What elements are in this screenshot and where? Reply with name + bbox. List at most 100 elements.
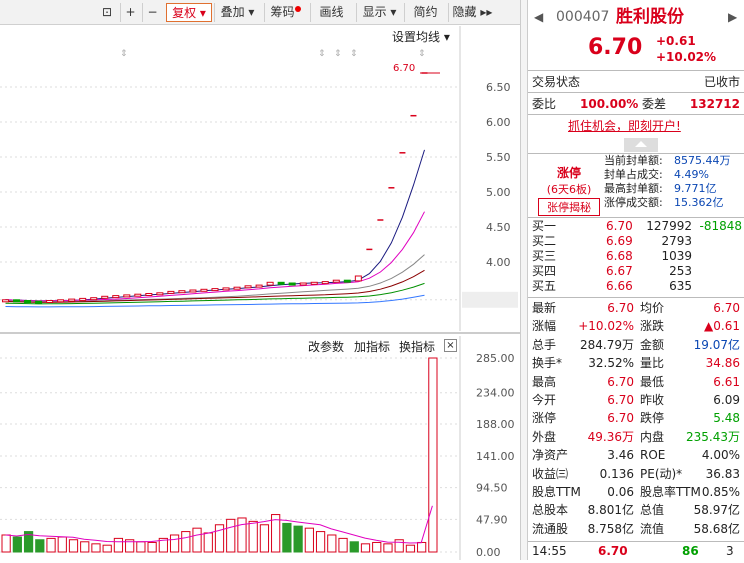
stat-value: 0.85% bbox=[701, 485, 740, 499]
volume-bar bbox=[169, 534, 180, 553]
limit-detail-value: 8575.44万 bbox=[674, 154, 731, 167]
bid-row[interactable]: 买五 6.66 635 bbox=[528, 279, 744, 294]
promo-link[interactable]: 抓住机会，即刻开户! bbox=[568, 117, 681, 135]
candle bbox=[244, 285, 252, 289]
stat-label: 均价 bbox=[640, 301, 665, 315]
change-params-button[interactable]: 改参数 bbox=[308, 338, 344, 355]
stat-label: 涨停 bbox=[532, 411, 557, 426]
kline-svg: 6.506.005.505.004.504.003.46⇕⇕⇕⇕⇕ bbox=[0, 26, 518, 331]
volume-bar bbox=[282, 522, 292, 553]
limit-reveal-button[interactable]: 张停揭秘 bbox=[538, 198, 600, 216]
close-icon[interactable]: × bbox=[444, 339, 457, 352]
volume-tick-label: 234.00 bbox=[476, 387, 515, 400]
limit-detail-row: 涨停成交额: 15.362亿 bbox=[604, 196, 744, 210]
stat-value: 6.70 bbox=[713, 301, 740, 315]
ma-setting-button[interactable]: 设置均线 ▾ bbox=[392, 28, 450, 45]
candle bbox=[200, 288, 208, 292]
divider bbox=[528, 114, 744, 115]
stat-value: 6.09 bbox=[713, 393, 740, 407]
lock-icon[interactable]: ⊡ bbox=[96, 3, 118, 22]
bid-row[interactable]: 买三 6.68 1039 bbox=[528, 249, 744, 264]
stat-value: 49.36万 bbox=[587, 429, 634, 444]
stat-row: 涨停 6.70 跌停 5.48 bbox=[528, 409, 744, 427]
stat-value: 36.83 bbox=[705, 466, 740, 481]
zoom-out-button[interactable]: − bbox=[142, 3, 162, 22]
stat-label: 股息TTM bbox=[532, 485, 581, 499]
bid-row[interactable]: 买四 6.67 253 bbox=[528, 264, 744, 279]
limit-detail-value: 4.49% bbox=[674, 168, 709, 181]
limit-detail-row: 封单占成交: 4.49% bbox=[604, 168, 744, 182]
next-stock-icon[interactable]: ▶ bbox=[728, 5, 737, 29]
candle bbox=[288, 282, 296, 286]
stat-label: 净资产 bbox=[532, 448, 569, 463]
weicha-value: 132712 bbox=[689, 97, 740, 111]
weibi-label: 委比 bbox=[532, 97, 557, 111]
volume-bar bbox=[405, 544, 416, 553]
xianshi-dropdown[interactable]: 显示 ▾ bbox=[356, 3, 402, 22]
bid-row[interactable]: 买一 6.70 127992 -81848 bbox=[528, 219, 744, 234]
volume-bar bbox=[147, 541, 157, 553]
volume-bar bbox=[417, 541, 427, 553]
volume-bar bbox=[1, 534, 11, 553]
candle bbox=[310, 281, 318, 285]
add-indicator-button[interactable]: 加指标 bbox=[354, 338, 390, 355]
prev-stock-icon[interactable]: ◀ bbox=[534, 5, 543, 29]
fuquan-dropdown[interactable]: 复权 ▾ bbox=[166, 3, 212, 22]
volume-chart[interactable]: 285.00 234.00 188.00 141.00 94.50 47.90 0.00 改… bbox=[0, 336, 520, 560]
stat-value: 284.79万 bbox=[580, 337, 634, 352]
stat-label: ROE bbox=[640, 448, 666, 463]
promo-row[interactable]: 抓住机会，即刻开户! bbox=[528, 117, 744, 135]
candle bbox=[35, 300, 43, 304]
candle bbox=[266, 281, 274, 286]
switch-indicator-button[interactable]: 换指标 bbox=[399, 338, 435, 355]
candle bbox=[167, 290, 175, 294]
volume-bar bbox=[91, 543, 101, 553]
stat-label: 金额 bbox=[640, 337, 665, 352]
event-marker-icon: ⇕ bbox=[418, 49, 426, 59]
volume-tick-label: 285.00 bbox=[476, 352, 515, 365]
bid-price: 6.69 bbox=[606, 234, 633, 248]
stock-name: 胜利股份 bbox=[616, 7, 684, 27]
jianyue-button[interactable]: 简约 bbox=[404, 3, 446, 22]
kline-chart[interactable]: 6.506.005.505.004.504.003.46⇕⇕⇕⇕⇕ 设置均线 ▾… bbox=[0, 26, 520, 331]
tick-count: 3 bbox=[726, 544, 734, 558]
stat-row: 涨幅 +10.02% 涨跌 ▲0.61 bbox=[528, 317, 744, 335]
candle bbox=[112, 295, 120, 299]
stat-value: 8.758亿 bbox=[587, 521, 634, 536]
bid-volume: 635 bbox=[669, 279, 692, 293]
tick-volume: 86 bbox=[682, 544, 699, 558]
tick-row: 14:55 6.70 86 3 bbox=[528, 542, 744, 560]
panel-splitter[interactable] bbox=[520, 0, 528, 560]
candle bbox=[13, 299, 21, 303]
candle bbox=[79, 297, 87, 301]
stat-value: 6.61 bbox=[713, 374, 740, 389]
candle bbox=[90, 297, 98, 301]
stat-value: 8.801亿 bbox=[587, 503, 634, 518]
stock-header: ◀ 000407 胜利股份 ▶ bbox=[528, 5, 744, 29]
chouma-button[interactable]: 筹码 bbox=[264, 3, 306, 22]
huaxian-button[interactable]: 画线 bbox=[310, 3, 352, 22]
bid-row[interactable]: 买二 6.69 2793 bbox=[528, 234, 744, 249]
candle bbox=[343, 279, 351, 283]
volume-tick-label: 141.00 bbox=[476, 450, 515, 463]
chart-divider[interactable] bbox=[0, 332, 520, 334]
candle bbox=[332, 279, 340, 283]
stat-label: 内盘 bbox=[640, 429, 665, 444]
tick-time: 14:55 bbox=[532, 544, 567, 558]
stat-label: 股息率TTM bbox=[640, 485, 701, 499]
bid-delta: -81848 bbox=[699, 219, 742, 233]
collapse-icon[interactable] bbox=[624, 138, 658, 152]
stat-label: 涨跌 bbox=[640, 319, 665, 334]
volume-tick-label: 0.00 bbox=[476, 546, 501, 559]
divider bbox=[528, 70, 744, 71]
stat-value: 6.70 bbox=[607, 393, 634, 407]
stat-label: 总股本 bbox=[532, 503, 569, 518]
diejia-dropdown[interactable]: 叠加 ▾ bbox=[214, 3, 260, 22]
weicha-label: 委差 bbox=[642, 97, 667, 111]
volume-tick-label: 94.50 bbox=[476, 482, 508, 495]
volume-bar bbox=[394, 539, 404, 553]
limit-badge: 涨停 (6天6板) 张停揭秘 bbox=[538, 164, 600, 216]
yincang-button[interactable]: 隐藏 ▸▸ bbox=[448, 3, 496, 22]
stat-value: 4.00% bbox=[701, 448, 740, 463]
zoom-in-button[interactable]: + bbox=[120, 3, 140, 22]
